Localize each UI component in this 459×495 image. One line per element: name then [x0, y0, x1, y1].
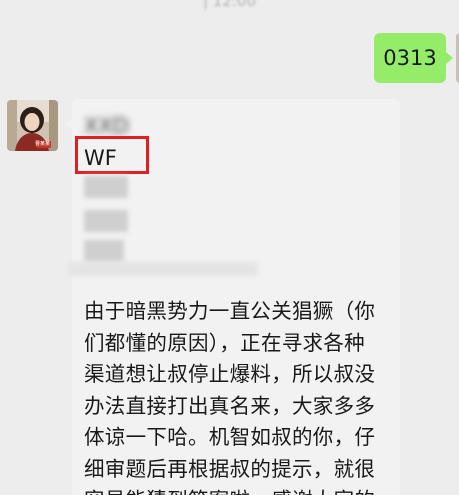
message-line: 渠道想让叔停止爆料，所以叔没 [84, 362, 376, 386]
outgoing-bubble-tail [446, 52, 453, 64]
blurred-sender-text: XXD [84, 114, 129, 138]
message-line: 由于暗黑势力一直公关猖獗（你 [84, 299, 376, 323]
chat-screen: | 12:00 0313 曹某某 XXD WF 由于暗黑势力一直公关猖獗（你 们… [0, 0, 459, 495]
contact-avatar[interactable]: 曹某某 [7, 100, 58, 151]
message-body-text: 由于暗黑势力一直公关猖獗（你 们都懂的原因），正在寻求各种 渠道想让叔停止爆料，… [84, 296, 394, 495]
blurred-text-block [84, 176, 128, 198]
message-line: 体谅一下哈。机智如叔的你，仔 [84, 425, 376, 449]
outgoing-message-bubble[interactable]: 0313 [374, 33, 446, 83]
contact-avatar-photo-icon [7, 100, 58, 151]
message-line: 细审题后再根据叔的提示，就很 [84, 456, 376, 481]
message-timestamp: | 12:00 [202, 0, 257, 10]
outgoing-message-text: 0313 [383, 46, 437, 70]
message-line: 们都懂的原因），正在寻求各种 [84, 330, 365, 355]
blurred-text-block [84, 210, 128, 232]
incoming-bubble-tail [65, 118, 72, 130]
message-line: 办法直接打出真名来，大家多多 [84, 393, 376, 418]
keyword-highlight-box [75, 136, 149, 174]
blurred-text-block [84, 240, 124, 262]
avatar-badge: 曹某某 [35, 141, 51, 147]
message-line: 容易能猜到答案啦，感谢大家的 [84, 485, 394, 495]
blurred-text-block [68, 262, 258, 276]
